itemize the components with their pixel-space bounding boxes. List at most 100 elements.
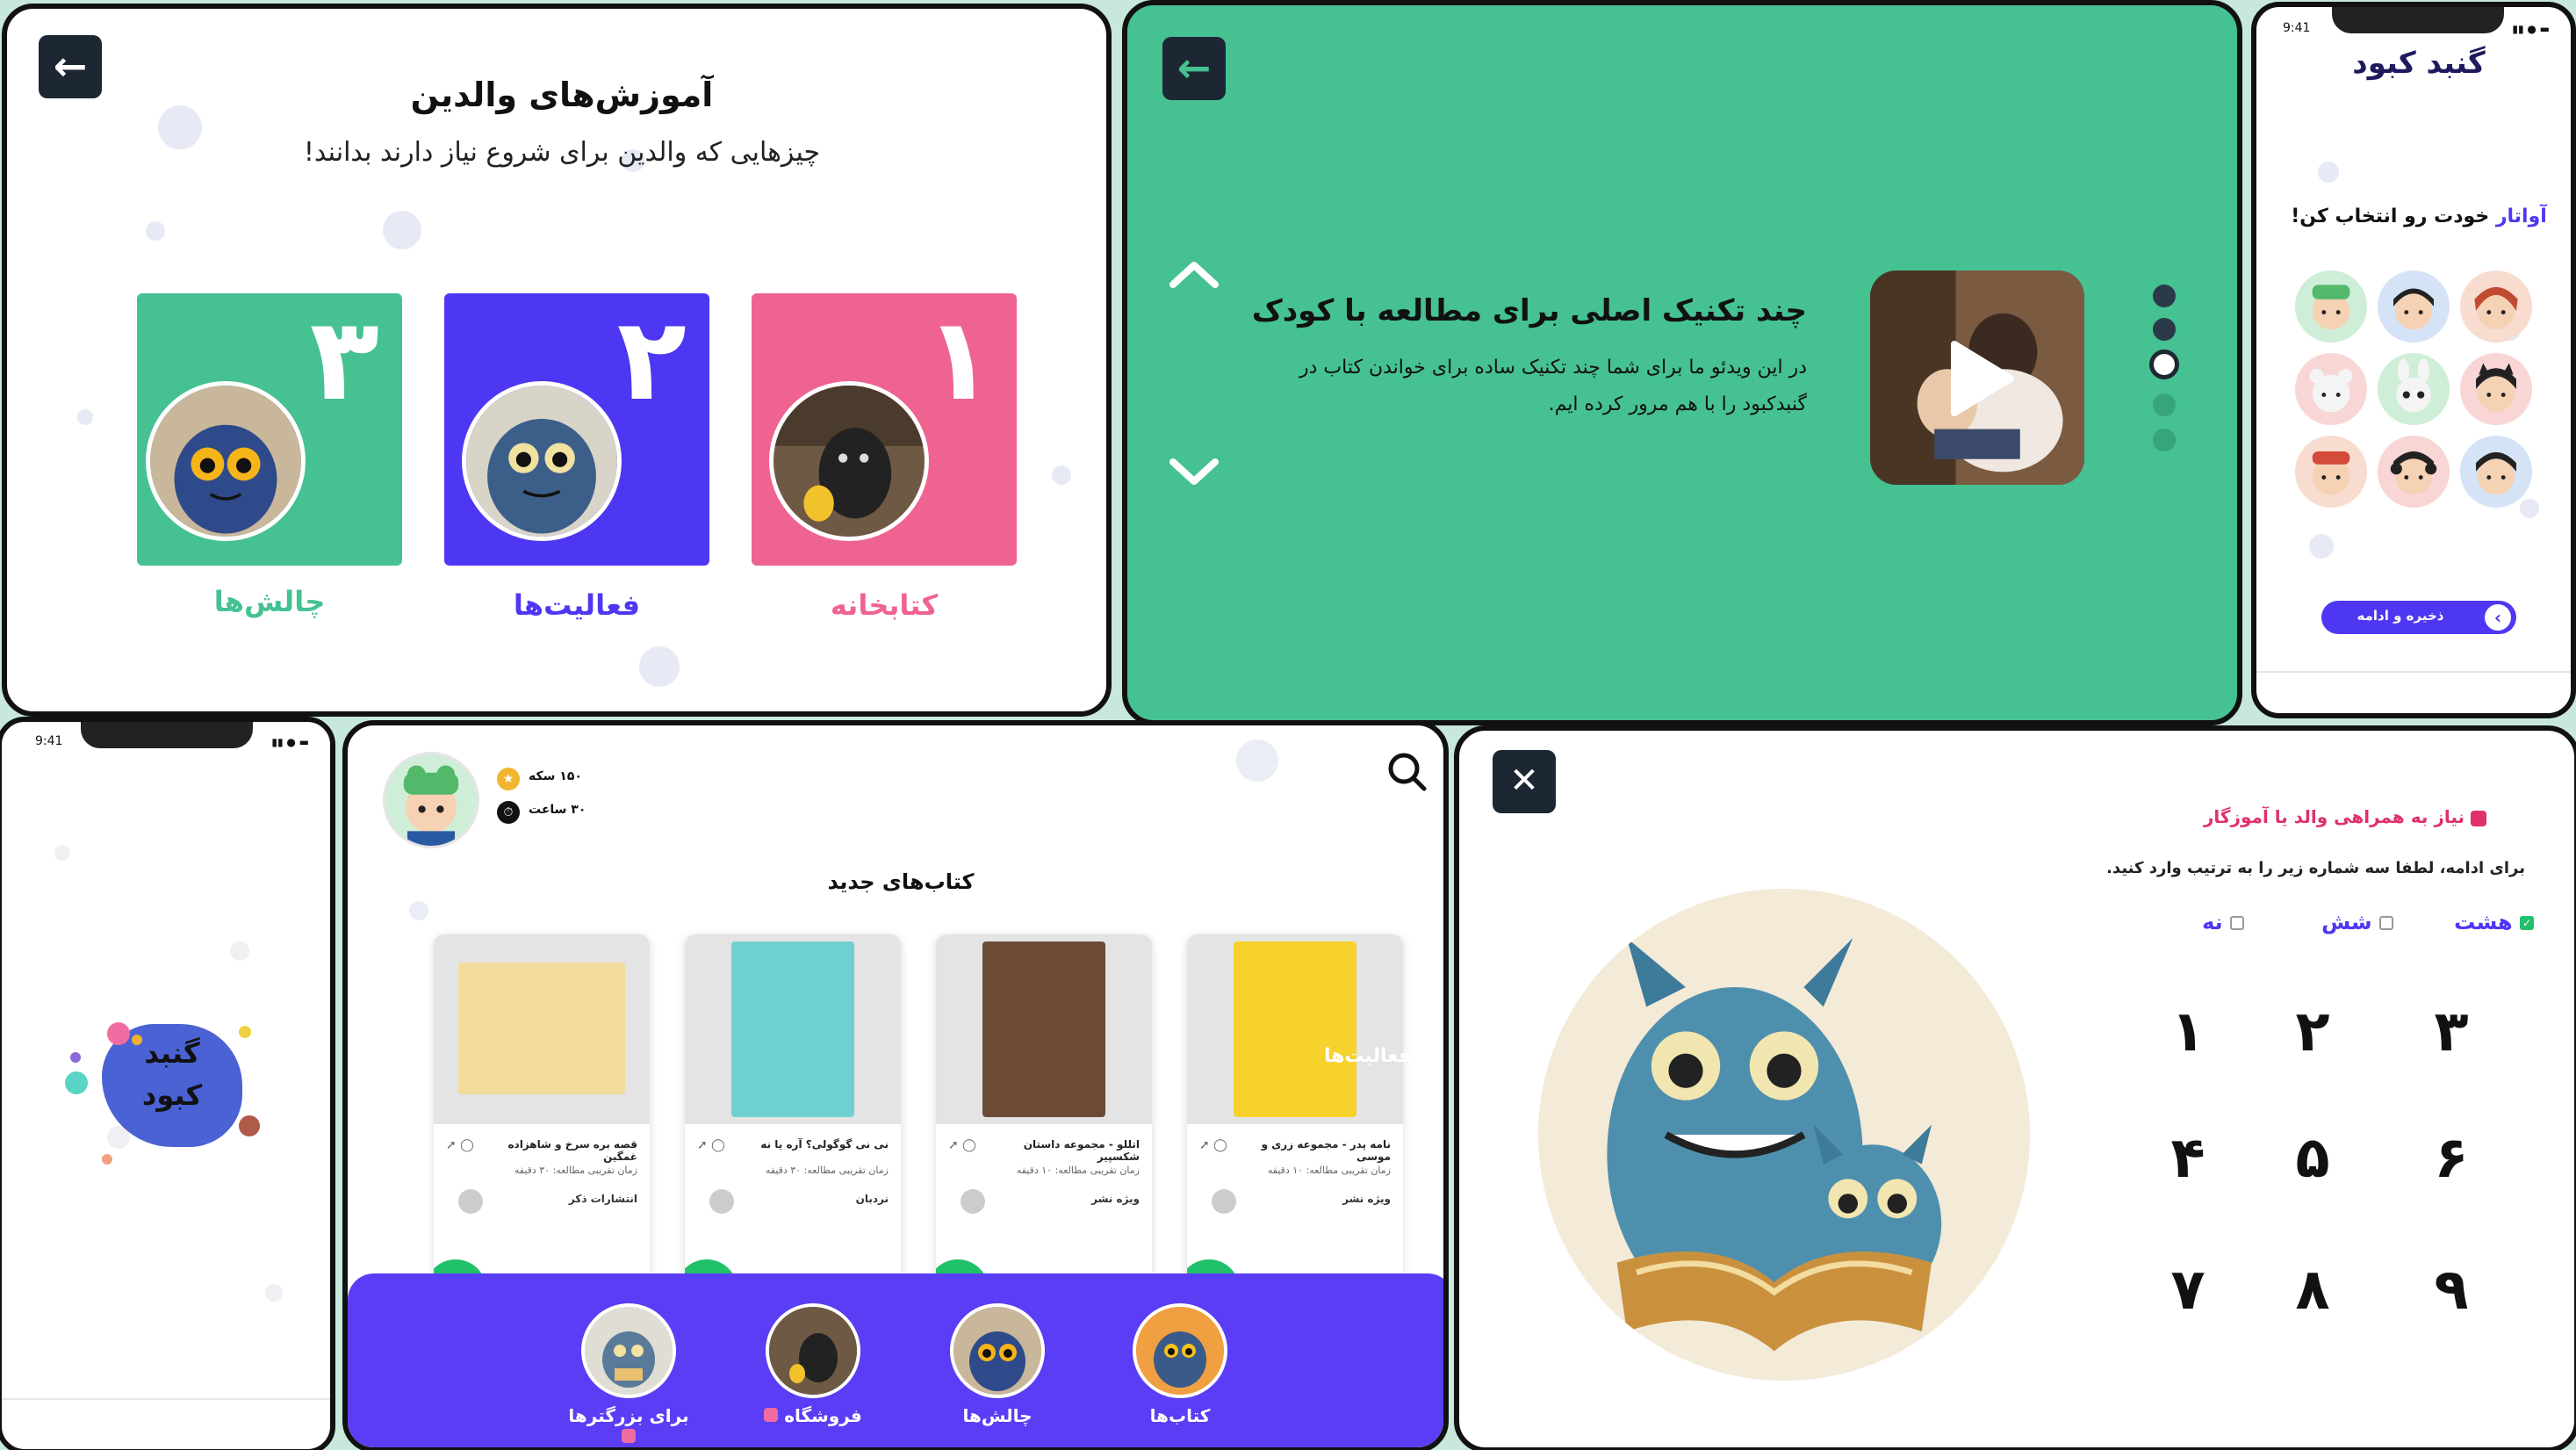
nav-shop[interactable]: فروشگاه [752, 1303, 874, 1426]
avatar-selection-phone: 9:41 ▮▮ ● ▬ گنبد کبود آواتار خودت رو انت… [2251, 2, 2576, 718]
search-icon[interactable] [1385, 750, 1429, 797]
clock-icon: ⏱ [497, 801, 520, 824]
avatar-option[interactable] [2378, 271, 2450, 343]
decor-dot [383, 211, 421, 249]
word-six: شش [2321, 910, 2393, 934]
close-button[interactable]: ✕ [1493, 750, 1556, 813]
phone-notch [2332, 7, 2504, 33]
library-label: کتابخانه [830, 588, 939, 622]
book-publisher: نردبان [855, 1193, 889, 1205]
bookmark-share-icons[interactable]: ◯ ➚ [1199, 1138, 1227, 1152]
hours-count: ۳۰ ساعت [529, 803, 586, 817]
status-icons: ▮▮ ● ▬ [2512, 23, 2550, 35]
avatar-option[interactable] [2295, 271, 2367, 343]
book-title: قصه بره سرخ و شاهزاده غمگین [507, 1138, 637, 1163]
keypad-key[interactable]: ۳ [2416, 999, 2486, 1064]
lock-icon [764, 1408, 779, 1422]
keypad-key[interactable]: ۴ [2153, 1126, 2223, 1191]
book-title: اتللو - مجموعه داستان شکسپیر [1023, 1138, 1140, 1163]
book-card[interactable]: قصه بره سرخ و شاهزاده غمگین زمان تقریبی … [434, 934, 650, 1286]
slide-indicator-dot[interactable] [2153, 318, 2176, 341]
activities-overlay-text: فعالیت‌ها [1324, 1045, 1412, 1067]
status-time: 9:41 [2283, 21, 2311, 35]
avatar-option[interactable] [2460, 271, 2532, 343]
video-description-line2: گنبدکبود را با هم مرور کرده ایم. [1548, 393, 1807, 415]
slide-indicator-active[interactable] [2149, 350, 2179, 379]
keypad-key[interactable]: ۸ [2277, 1258, 2348, 1323]
slide-indicator-dot[interactable] [2153, 285, 2176, 307]
avatar-option[interactable] [2460, 353, 2532, 425]
monster-image [462, 381, 622, 541]
bookmark-share-icons[interactable]: ◯ ➚ [697, 1138, 725, 1152]
nav-shop-icon [766, 1303, 860, 1398]
keypad-key[interactable]: ۹ [2416, 1258, 2486, 1323]
book-card[interactable]: اتللو - مجموعه داستان شکسپیر زمان تقریبی… [936, 934, 1152, 1286]
book-card[interactable]: نی نی گوگولی؟ آره یا نه زمان تقریبی مطال… [685, 934, 901, 1286]
book-publisher: ویژه نشر [1342, 1193, 1391, 1205]
avatar-option[interactable] [2378, 436, 2450, 508]
parents-training-screen: ← آموزش‌های والدین چیزهایی که والدین برا… [2, 4, 1112, 717]
keypad-key[interactable]: ۷ [2153, 1258, 2223, 1323]
monster-image [146, 381, 306, 541]
avatar-option[interactable] [2460, 436, 2532, 508]
coins-count: ۱۵۰ سکه [529, 769, 582, 783]
decor-dot [1236, 739, 1278, 782]
publisher-logo [709, 1189, 734, 1214]
splash-phone: 9:41 ▮▮ ● ▬ گنبد کبود [0, 717, 335, 1450]
home-screen: ★ ۱۵۰ سکه ⏱ ۳۰ ساعت کتاب‌های جدید نامه پ… [342, 720, 1449, 1450]
video-thumbnail[interactable] [1870, 271, 2084, 485]
arrow-left-icon: ← [1176, 44, 1212, 91]
play-icon[interactable] [1946, 339, 2016, 422]
challenges-label: چالش‌ها [213, 585, 326, 618]
challenges-card[interactable]: ۳ [137, 293, 402, 566]
user-avatar[interactable] [383, 752, 479, 848]
decor-dot [146, 221, 165, 241]
activities-card[interactable]: ۲ [444, 293, 709, 566]
save-continue-button[interactable]: ذخیره و ادامه ‹ [2321, 601, 2516, 634]
library-card[interactable]: ۱ [752, 293, 1017, 566]
keypad-key[interactable]: ۵ [2277, 1126, 2348, 1191]
bookmark-share-icons[interactable]: ◯ ➚ [446, 1138, 474, 1152]
book-publisher: انتشارات ذکر [568, 1193, 637, 1205]
save-continue-label: ذخیره و ادامه [2357, 608, 2444, 624]
decor-dot [409, 901, 428, 920]
publisher-logo [458, 1189, 483, 1214]
chevron-up-icon[interactable] [1169, 258, 1219, 299]
slide-indicator-dot[interactable] [2153, 429, 2176, 451]
book-title: نی نی گوگولی؟ آره یا نه [760, 1138, 889, 1151]
avatar-option[interactable] [2295, 436, 2367, 508]
nav-adults[interactable]: برای بزرگترها [558, 1303, 699, 1447]
chevron-down-icon[interactable] [1169, 457, 1219, 492]
app-logo: گنبد کبود [65, 1003, 277, 1165]
nav-adults-label: برای بزرگترها [558, 1405, 699, 1447]
back-button[interactable]: ← [1162, 37, 1226, 100]
book-reading-time: زمان تقریبی مطالعه: ۱۰ دقیقه [1016, 1165, 1140, 1176]
book-cover [731, 941, 854, 1117]
nav-shop-label: فروشگاه [752, 1405, 874, 1426]
nav-books[interactable]: کتاب‌ها [1119, 1303, 1241, 1426]
lock-icon [2471, 810, 2486, 826]
unchecked-icon [2230, 916, 2244, 930]
chevron-left-icon: ‹ [2485, 604, 2511, 631]
bookmark-share-icons[interactable]: ◯ ➚ [948, 1138, 976, 1152]
slide-indicator-dot[interactable] [2153, 393, 2176, 416]
nav-challenges[interactable]: چالش‌ها [936, 1303, 1059, 1426]
unchecked-icon [2379, 916, 2393, 930]
keypad-key[interactable]: ۶ [2416, 1126, 2486, 1191]
avatar-option[interactable] [2295, 353, 2367, 425]
publisher-logo [1212, 1189, 1236, 1214]
avatar-option[interactable] [2378, 353, 2450, 425]
keypad-key[interactable]: ۱ [2153, 999, 2223, 1064]
book-cover [982, 941, 1105, 1117]
page-subtitle: چیزهایی که والدین برای شروع نیاز دارند ب… [303, 137, 821, 168]
nav-challenges-icon [950, 1303, 1045, 1398]
section-title: کتاب‌های جدید [827, 869, 975, 894]
monster-image [769, 381, 929, 541]
book-card[interactable]: نامه پدر - مجموعه زری و موسی زمان تقریبی… [1187, 934, 1403, 1286]
keypad-key[interactable]: ۲ [2277, 999, 2348, 1064]
book-publisher: ویژه نشر [1091, 1193, 1140, 1205]
activities-label: فعالیت‌ها [513, 588, 641, 622]
nav-adults-icon [581, 1303, 676, 1398]
app-logo: گنبد کبود [2352, 46, 2486, 81]
book-cover-area [1187, 934, 1403, 1124]
